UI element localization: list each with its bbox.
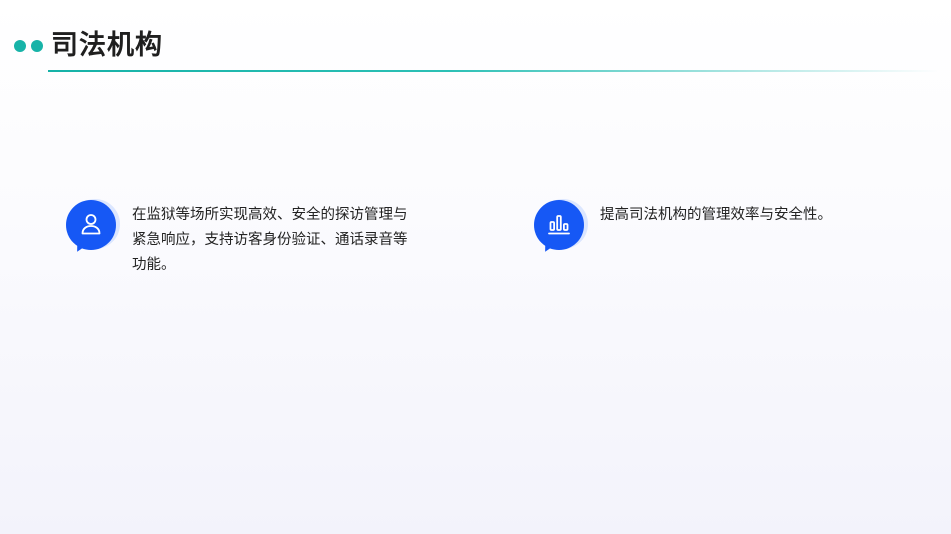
feature-description: 提高司法机构的管理效率与安全性。 <box>600 207 832 223</box>
bubble-tail <box>541 238 559 255</box>
feature-description: 在监狱等场所实现高效、安全的探访管理与紧急响应，支持访客身份验证、通话录音等功能… <box>132 207 408 273</box>
accent-dot <box>31 40 43 52</box>
bubble-tail <box>73 238 91 255</box>
slide-header: 司法机构 <box>0 0 951 80</box>
icon-bubble <box>534 199 588 255</box>
slide: 司法机构 在监狱等场所实现高效、安全的探访管理与紧急响应，支持访客身份验证、通话… <box>0 0 951 534</box>
title-underline <box>48 70 938 72</box>
icon-bubble <box>66 199 120 255</box>
bar-chart-icon <box>548 215 570 235</box>
accent-dot <box>14 40 26 52</box>
page-title: 司法机构 <box>51 30 163 61</box>
user-icon <box>81 214 101 235</box>
